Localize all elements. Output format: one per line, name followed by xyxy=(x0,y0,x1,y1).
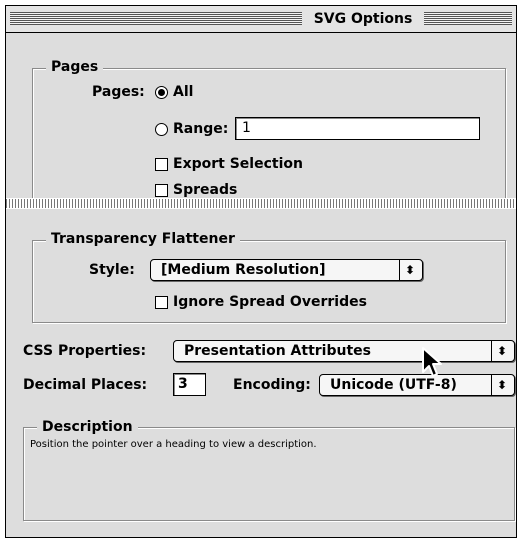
description-legend: Description xyxy=(37,419,138,435)
style-popup-value: [Medium Resolution] xyxy=(161,262,326,278)
transparency-flattener-legend: Transparency Flattener xyxy=(46,231,240,247)
style-popup[interactable]: [Medium Resolution] ⬍ xyxy=(150,259,423,281)
range-input[interactable]: 1 xyxy=(235,117,480,140)
title-bar-stripes xyxy=(424,12,512,25)
window-title: SVG Options xyxy=(306,9,420,29)
css-properties-popup[interactable]: Presentation Attributes ⬍ xyxy=(173,340,515,362)
style-label: Style: xyxy=(89,262,135,278)
css-properties-value: Presentation Attributes xyxy=(184,343,371,359)
all-radio-label[interactable]: All xyxy=(173,83,193,101)
ignore-spread-overrides-checkbox[interactable] xyxy=(155,296,168,309)
range-radio[interactable] xyxy=(155,123,168,136)
title-bar-stripes xyxy=(10,12,302,25)
decimal-places-label: Decimal Places: xyxy=(23,377,148,393)
range-radio-label[interactable]: Range: xyxy=(173,120,228,138)
popup-divider xyxy=(491,341,492,361)
export-selection-checkbox[interactable] xyxy=(155,158,168,171)
ignore-spread-overrides-label[interactable]: Ignore Spread Overrides xyxy=(173,293,367,311)
decimal-places-input[interactable]: 3 xyxy=(173,373,206,396)
description-text: Position the pointer over a heading to v… xyxy=(30,439,317,450)
all-radio[interactable] xyxy=(155,86,168,99)
pages-label: Pages: xyxy=(92,84,145,100)
css-properties-label: CSS Properties: xyxy=(23,343,147,359)
popup-divider xyxy=(491,375,492,395)
up-down-arrows-icon: ⬍ xyxy=(496,344,508,358)
svg-options-dialog: SVG Options Pages Pages: All Range: 1 Ex… xyxy=(5,5,517,538)
spreads-label[interactable]: Spreads xyxy=(173,181,237,199)
spreads-checkbox[interactable] xyxy=(155,184,168,197)
encoding-label: Encoding: xyxy=(233,377,311,393)
popup-divider xyxy=(399,260,400,280)
up-down-arrows-icon: ⬍ xyxy=(404,263,416,277)
pages-legend: Pages xyxy=(46,59,104,75)
title-bar[interactable]: SVG Options xyxy=(6,6,516,33)
torn-edge-divider xyxy=(6,198,516,209)
encoding-popup[interactable]: Unicode (UTF-8) ⬍ xyxy=(319,374,515,396)
up-down-arrows-icon: ⬍ xyxy=(496,378,508,392)
export-selection-label[interactable]: Export Selection xyxy=(173,155,303,173)
mouse-pointer-icon xyxy=(422,347,442,377)
